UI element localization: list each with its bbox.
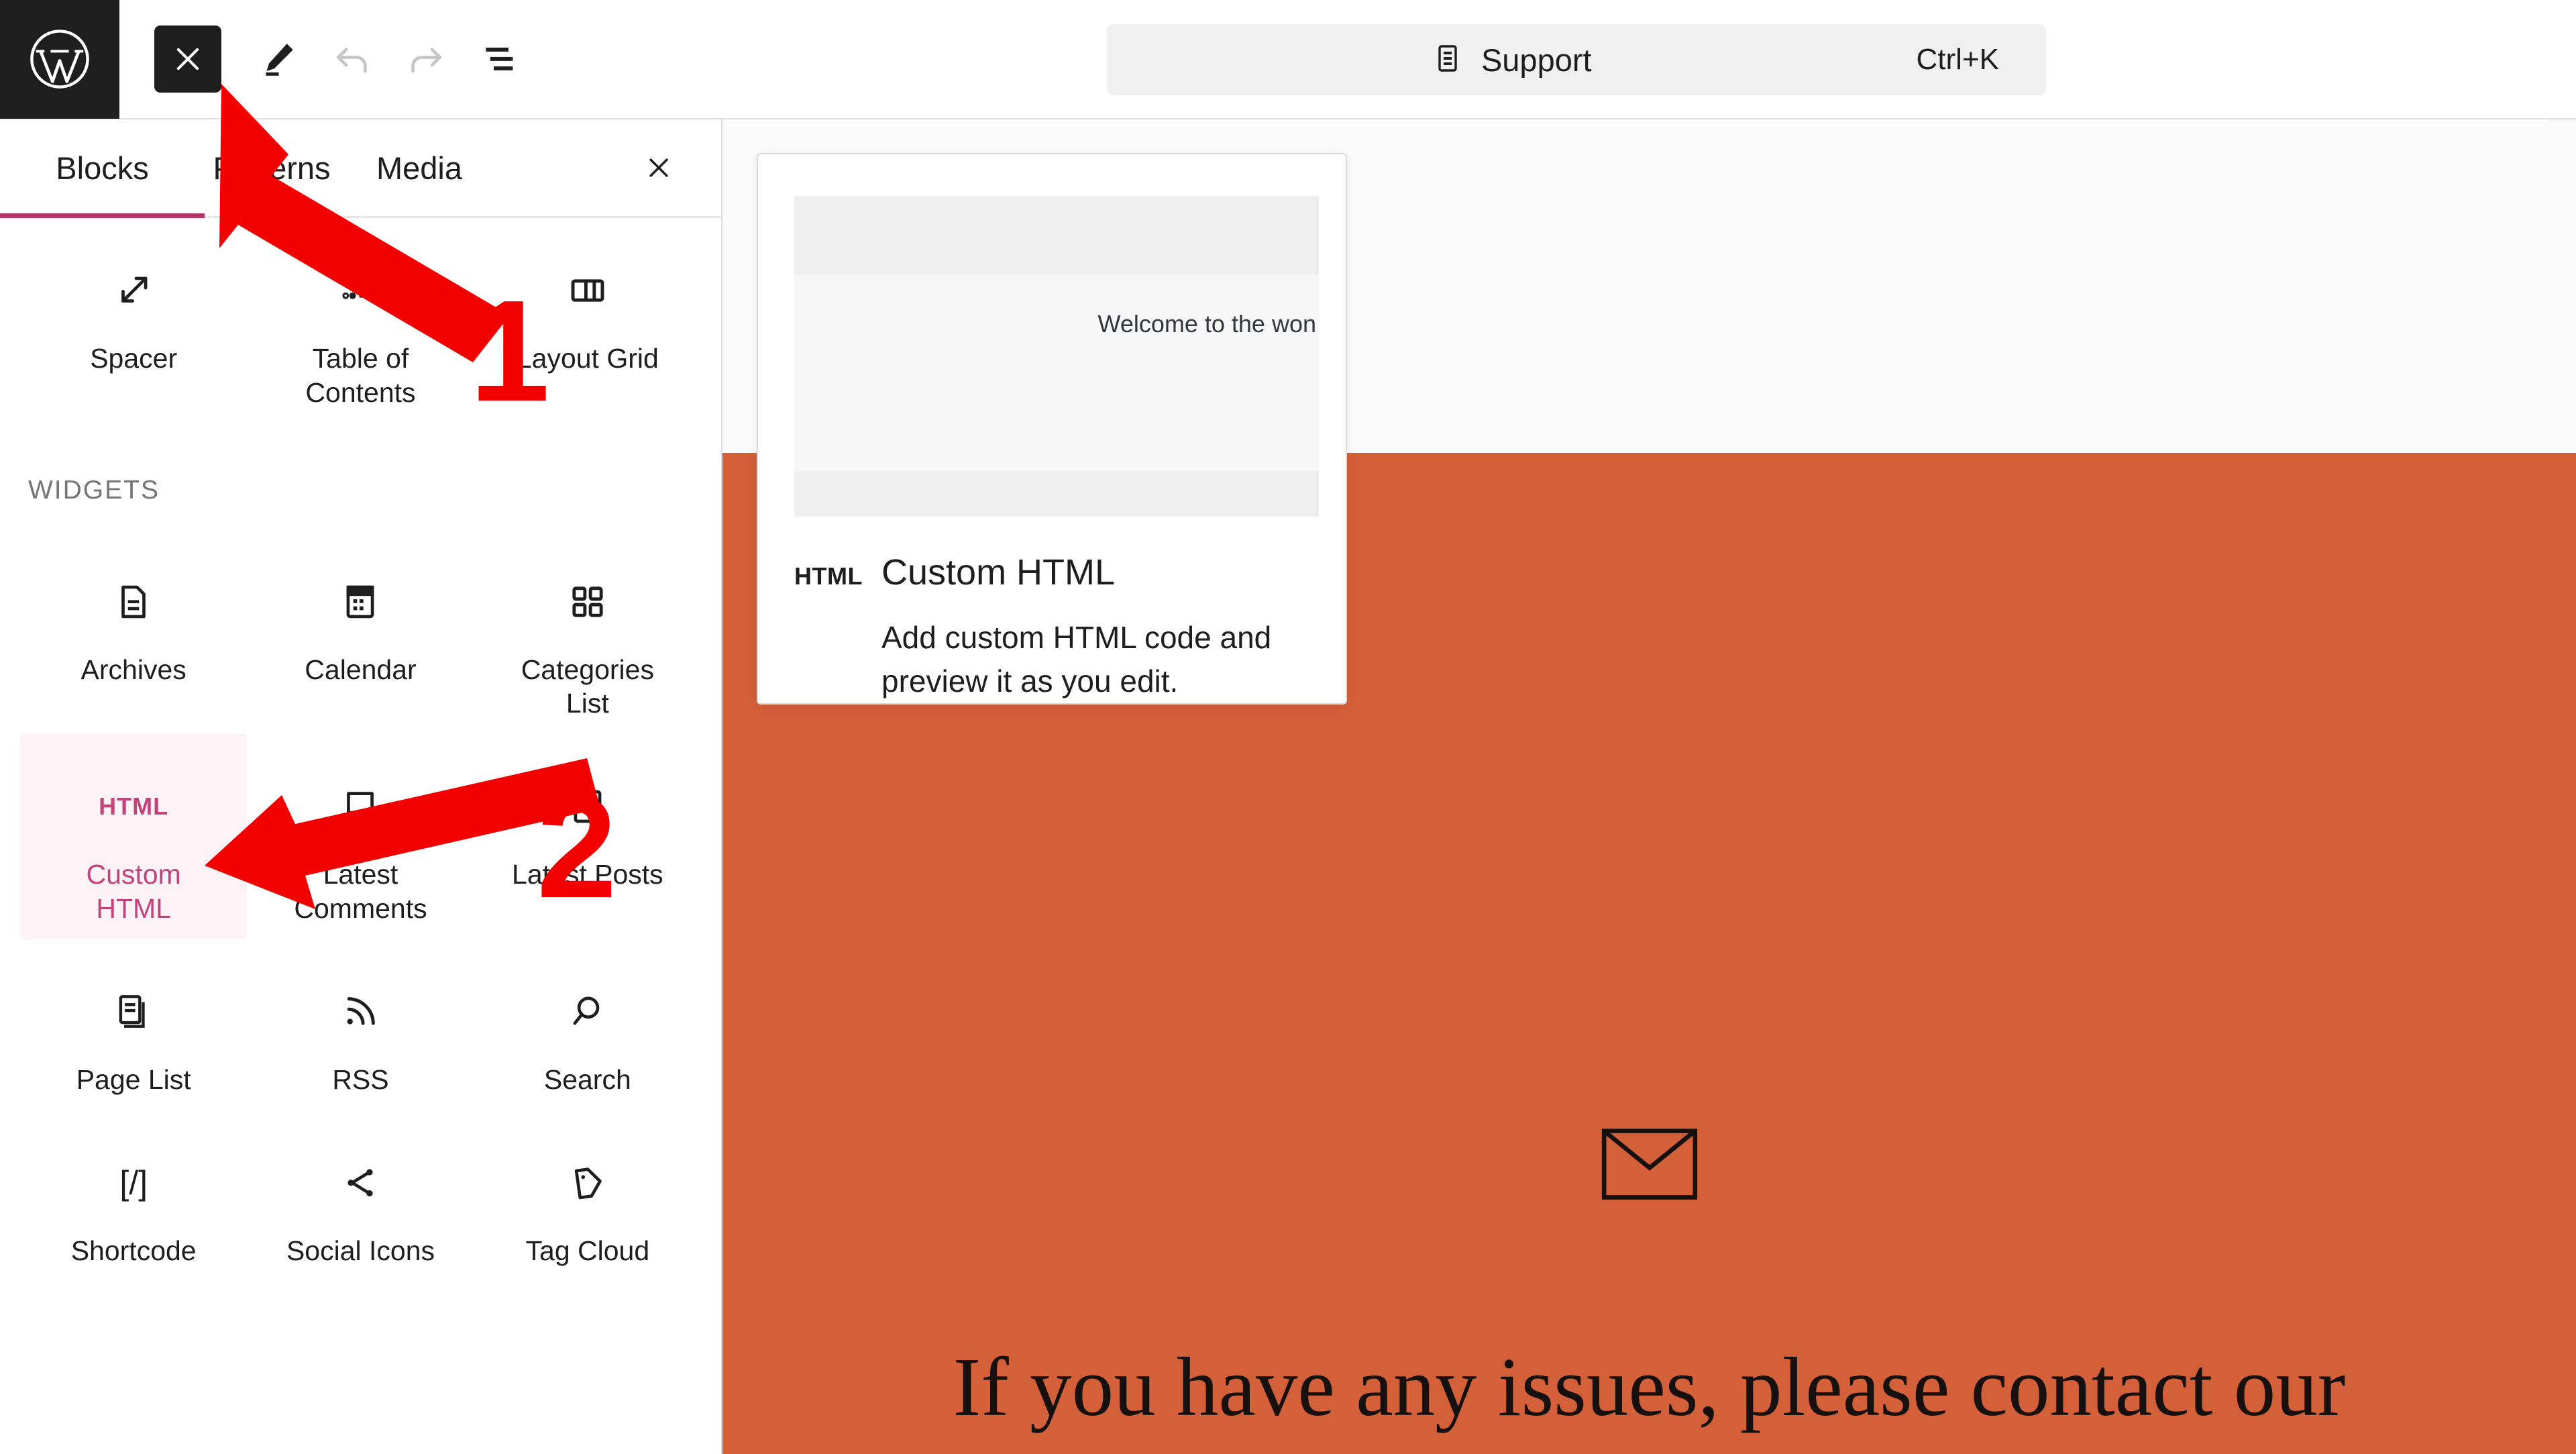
annotation-step-two: 2 — [537, 766, 617, 928]
page-list-icon — [97, 976, 170, 1048]
widgets-section-heading: WIDGETS — [28, 475, 160, 505]
block-item-categories-list[interactable]: Categories List — [474, 529, 701, 735]
support-search-bar[interactable]: Support Ctrl+K — [1107, 24, 2046, 95]
block-item-spacer[interactable]: Spacer — [20, 218, 247, 423]
undo-arrow-icon[interactable] — [315, 22, 389, 96]
tab-blocks[interactable]: Blocks — [0, 150, 205, 187]
list-view-icon[interactable] — [463, 22, 537, 96]
tag-icon — [551, 1147, 624, 1219]
preview-band-top — [794, 196, 1319, 275]
popup-description: Add custom HTML code and preview it as y… — [881, 620, 1272, 699]
spacer-icon — [97, 254, 170, 327]
block-label: Categories List — [521, 654, 654, 719]
app-root: Support Ctrl+K Blocks Patterns Media Spa… — [0, 0, 2576, 1454]
block-label: Calendar — [305, 654, 417, 685]
annotation-step-one: 1 — [470, 270, 550, 431]
popup-title-row: HTML Custom HTML — [794, 552, 1324, 593]
block-item-rss[interactable]: RSS — [247, 939, 474, 1110]
html-text-icon: HTML — [97, 770, 170, 843]
block-label: Archives — [80, 654, 186, 685]
redo-arrow-icon[interactable] — [389, 22, 463, 96]
block-preview-thumbnail: Welcome to the won — [794, 196, 1319, 517]
preview-band-bottom — [794, 471, 1319, 517]
comment-bubble-icon — [324, 770, 396, 843]
block-label: Custom HTML — [86, 859, 181, 925]
block-item-tag-cloud[interactable]: Tag Cloud — [474, 1110, 701, 1282]
support-label: Support — [1481, 42, 1592, 78]
block-label: Latest Comments — [294, 859, 427, 925]
html-tag-label: HTML — [794, 562, 863, 590]
popup-title: Custom HTML — [881, 552, 1116, 592]
block-label: RSS — [332, 1063, 389, 1095]
tab-patterns[interactable]: Patterns — [205, 150, 339, 187]
share-icon — [324, 1147, 396, 1219]
block-preview-popup: Welcome to the won HTML Custom HTML Add … — [757, 153, 1347, 705]
block-label: Spacer — [90, 343, 178, 374]
block-label: Tag Cloud — [525, 1235, 650, 1266]
shortcode-glyph: [/] — [119, 1163, 148, 1202]
block-item-search[interactable]: Search — [474, 939, 701, 1110]
envelope-icon — [722, 1127, 2576, 1201]
editor-top-bar: Support Ctrl+K — [0, 0, 2576, 119]
block-label: Page List — [76, 1063, 191, 1095]
close-editor-button[interactable] — [154, 25, 221, 93]
close-icon[interactable] — [637, 146, 681, 190]
block-item-calendar[interactable]: Calendar — [247, 529, 474, 735]
pencil-icon[interactable] — [241, 22, 315, 96]
document-icon — [1432, 42, 1464, 78]
top-blocks-grid: Spacer Table of Contents Layout Grid — [0, 218, 721, 423]
support-message: If you have any issues, please contact o… — [953, 1341, 2346, 1434]
block-label: Search — [543, 1063, 631, 1095]
preview-text: Welcome to the won — [1097, 310, 1317, 337]
table-of-contents-icon — [324, 254, 396, 327]
rss-icon — [324, 976, 396, 1048]
categories-list-icon — [551, 566, 624, 638]
support-shortcut: Ctrl+K — [1916, 43, 1999, 76]
calendar-icon — [324, 566, 396, 638]
block-item-social-icons[interactable]: Social Icons — [247, 1110, 474, 1282]
search-icon — [551, 976, 624, 1048]
block-label: Shortcode — [70, 1235, 197, 1266]
block-label: Social Icons — [286, 1235, 435, 1266]
layout-grid-icon — [551, 254, 624, 327]
html-icon-label: HTML — [99, 792, 169, 821]
archives-icon — [97, 566, 170, 638]
block-item-archives[interactable]: Archives — [20, 529, 247, 735]
support-center-group: Support — [1107, 42, 1917, 79]
block-item-page-list[interactable]: Page List — [20, 939, 247, 1110]
shortcode-icon: [/] — [97, 1147, 170, 1219]
tab-media[interactable]: Media — [339, 150, 500, 187]
block-item-custom-html[interactable]: HTML Custom HTML — [20, 734, 248, 939]
inserter-tabs: Blocks Patterns Media — [0, 119, 721, 218]
block-label: Table of Contents — [305, 343, 416, 408]
block-item-table-of-contents[interactable]: Table of Contents — [247, 218, 474, 423]
block-item-latest-comments[interactable]: Latest Comments — [247, 734, 474, 939]
block-item-shortcode[interactable]: [/] Shortcode — [20, 1110, 247, 1282]
wordpress-logo-icon[interactable] — [0, 0, 119, 119]
popup-meta: HTML Custom HTML Add custom HTML code an… — [794, 552, 1324, 703]
